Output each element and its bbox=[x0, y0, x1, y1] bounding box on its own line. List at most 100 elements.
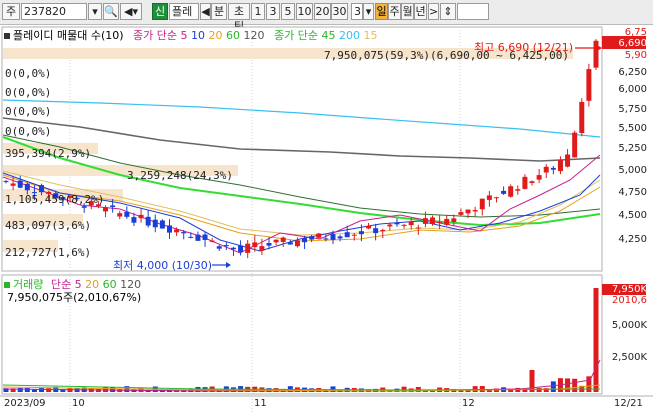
price-legend-title: 플레이디 매물대 수(10) bbox=[13, 29, 124, 42]
candle-body bbox=[124, 211, 130, 217]
tick-button[interactable]: 초틱 bbox=[228, 3, 250, 33]
volume-bar bbox=[593, 288, 599, 392]
candle-body bbox=[131, 217, 137, 223]
price-tick-5750: 5,750 bbox=[618, 104, 647, 115]
candle-body bbox=[280, 237, 286, 242]
period-10-button[interactable]: 10 bbox=[296, 3, 313, 20]
candle-body bbox=[408, 221, 414, 226]
candle-body bbox=[401, 224, 407, 226]
profile-label-5: 395,394(2,9%) bbox=[5, 147, 92, 160]
ma60-label: 60 bbox=[226, 29, 241, 42]
vol-ma5-label: 5 bbox=[74, 278, 82, 291]
x-label-12-21: 12/21 bbox=[614, 398, 643, 409]
candle-body bbox=[294, 240, 300, 247]
candle-body bbox=[202, 234, 208, 240]
volume-tick-2500k: 2,500K bbox=[611, 352, 647, 363]
candle-body bbox=[195, 234, 201, 241]
candle-body bbox=[387, 224, 393, 227]
ma15-label: 15 bbox=[363, 29, 378, 42]
candle-body bbox=[373, 228, 379, 234]
candle-body bbox=[515, 189, 521, 191]
volume-legend: 거래량 단순 5 20 60 120 bbox=[4, 278, 141, 291]
candle-body bbox=[81, 206, 87, 208]
volume-bar bbox=[536, 387, 542, 392]
extra-input[interactable] bbox=[457, 3, 489, 20]
candle-body bbox=[586, 69, 592, 101]
price-legend: 플레이디 매물대 수(10) 종가 단순 5 10 20 60 120 종가 단… bbox=[4, 29, 378, 42]
new-badge[interactable]: 신 bbox=[152, 3, 168, 20]
interval-dropdown-icon[interactable]: ▾ bbox=[363, 3, 374, 20]
price-ma-label: 종가 단순 bbox=[133, 29, 178, 42]
legend-marker-icon bbox=[4, 33, 10, 39]
candle-body bbox=[230, 247, 236, 250]
search-icon[interactable]: 🔍 bbox=[103, 3, 119, 20]
day-button[interactable]: 일 bbox=[375, 3, 388, 20]
profile-label-6: 1,105,459(8,2%) bbox=[5, 193, 105, 206]
price-tick-4750: 4,750 bbox=[618, 187, 647, 198]
market-label: 주 bbox=[5, 5, 17, 18]
candle-body bbox=[557, 160, 563, 172]
minute-button[interactable]: 분 bbox=[211, 3, 227, 20]
candle-body bbox=[337, 236, 343, 239]
candle-body bbox=[110, 205, 116, 208]
updown-icon[interactable]: ⇕ bbox=[440, 3, 456, 20]
x-label-12: 12 bbox=[462, 398, 475, 409]
speaker-icon[interactable]: ◀▾ bbox=[120, 3, 142, 20]
interval-input[interactable]: 3 bbox=[351, 3, 363, 20]
candle-body bbox=[415, 227, 421, 229]
volume-bar bbox=[31, 389, 37, 392]
candle-body bbox=[458, 212, 464, 215]
week-button[interactable]: 주 bbox=[388, 3, 401, 20]
ma10-label: 10 bbox=[191, 29, 206, 42]
market-select[interactable]: 주 bbox=[2, 3, 20, 20]
candle-body bbox=[593, 40, 599, 68]
year-button[interactable]: 년 bbox=[414, 3, 427, 20]
toolbar: 주 237820 ▾ 🔍 ◀▾ 신 플레 ◀ 분 초틱 1 3 5 10 20 … bbox=[0, 0, 653, 33]
volume-bar bbox=[572, 378, 578, 392]
vol-ma120-label: 120 bbox=[120, 278, 142, 291]
candle-body bbox=[159, 220, 165, 229]
low-annotation: 최저 4,000 (10/30) bbox=[113, 259, 213, 272]
candle-body bbox=[479, 198, 485, 210]
period-30-button[interactable]: 30 bbox=[331, 3, 348, 20]
candle-body bbox=[358, 231, 364, 235]
candle-body bbox=[117, 213, 123, 217]
candle-body bbox=[550, 167, 556, 170]
volume-value: 7,950,075주(2,010,67%) bbox=[7, 291, 142, 304]
volume-legend-marker-icon bbox=[4, 282, 10, 288]
candle-body bbox=[181, 232, 187, 234]
volume-tick-5000k: 5,000K bbox=[611, 320, 647, 331]
stock-name-field[interactable]: 플레 bbox=[169, 3, 199, 20]
stock-code-input[interactable]: 237820 bbox=[21, 3, 87, 20]
stock-code-value: 237820 bbox=[24, 5, 66, 18]
next-arrow-icon[interactable]: > bbox=[428, 3, 439, 20]
prev-arrow-icon[interactable]: ◀ bbox=[200, 3, 211, 20]
price-tick-5000: 5,000 bbox=[618, 165, 647, 176]
candle-body bbox=[238, 245, 244, 253]
profile-label-4: 0(0,0%) bbox=[5, 125, 52, 138]
candle-body bbox=[493, 197, 499, 199]
top-band-label: 7,950,075(59,3%)(6,690,00 ~ 6,425,00) bbox=[324, 49, 570, 62]
code-dropdown-button[interactable]: ▾ bbox=[88, 3, 102, 20]
candle-body bbox=[344, 232, 350, 238]
volume-bar bbox=[550, 381, 556, 392]
volume-bar bbox=[529, 370, 535, 392]
period-3-button[interactable]: 3 bbox=[266, 3, 280, 20]
candle-body bbox=[380, 229, 386, 232]
period-20-button[interactable]: 20 bbox=[314, 3, 331, 20]
candle-body bbox=[572, 132, 578, 158]
candle-body bbox=[39, 185, 45, 193]
price-axis-top-partial: 6,75 bbox=[624, 27, 647, 38]
candle-body bbox=[209, 240, 215, 242]
volume-bar bbox=[565, 378, 571, 392]
candle-body bbox=[223, 245, 229, 247]
month-button[interactable]: 월 bbox=[401, 3, 414, 20]
current-price-label: 6,690 bbox=[618, 38, 647, 49]
period-5-button[interactable]: 5 bbox=[281, 3, 295, 20]
x-label-10: 10 bbox=[72, 398, 85, 409]
ma20-label: 20 bbox=[208, 29, 223, 42]
candle-body bbox=[536, 175, 542, 180]
price-tick-4500: 4,500 bbox=[618, 210, 647, 221]
period-1-button[interactable]: 1 bbox=[251, 3, 265, 20]
candle-body bbox=[522, 176, 528, 189]
